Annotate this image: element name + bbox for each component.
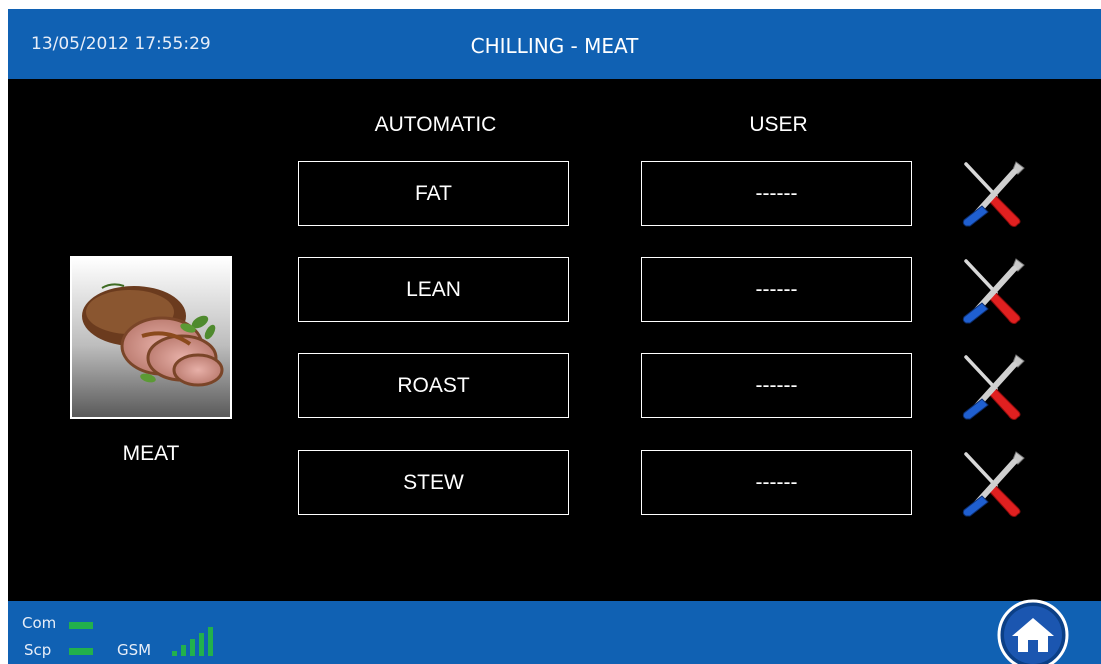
bottom-status-bar: Com Scp GSM bbox=[8, 601, 1101, 664]
home-icon[interactable] bbox=[996, 598, 1070, 664]
tools-icon[interactable] bbox=[958, 253, 1030, 325]
tools-icon[interactable] bbox=[958, 349, 1030, 421]
user-program-1-button[interactable]: ------ bbox=[641, 161, 912, 226]
com-status-led bbox=[69, 622, 93, 629]
user-column-header: USER bbox=[749, 113, 808, 136]
scp-status-led bbox=[69, 648, 93, 655]
automatic-program-stew-button[interactable]: STEW bbox=[298, 450, 569, 515]
tools-icon-graphic bbox=[962, 161, 1025, 227]
top-bar: 13/05/2012 17:55:29 CHILLING - MEAT bbox=[8, 9, 1101, 79]
page-title: CHILLING - MEAT bbox=[470, 34, 639, 58]
tools-icon[interactable] bbox=[958, 156, 1030, 228]
tools-icon[interactable] bbox=[958, 446, 1030, 518]
meat-category-image[interactable] bbox=[70, 256, 232, 419]
user-program-2-button[interactable]: ------ bbox=[641, 257, 912, 322]
automatic-program-fat-button[interactable]: FAT bbox=[298, 161, 569, 226]
user-program-3-button[interactable]: ------ bbox=[641, 353, 912, 418]
automatic-program-roast-button[interactable]: ROAST bbox=[298, 353, 569, 418]
roast-meat-image bbox=[72, 258, 230, 417]
gsm-label: GSM bbox=[117, 641, 152, 659]
category-label: MEAT bbox=[122, 442, 180, 465]
scp-label: Scp bbox=[24, 641, 52, 659]
user-program-4-button[interactable]: ------ bbox=[641, 450, 912, 515]
automatic-program-lean-button[interactable]: LEAN bbox=[298, 257, 569, 322]
com-label: Com bbox=[22, 614, 57, 632]
automatic-column-header: AUTOMATIC bbox=[374, 113, 497, 136]
hmi-screen: 13/05/2012 17:55:29 CHILLING - MEAT AUTO… bbox=[8, 9, 1101, 664]
